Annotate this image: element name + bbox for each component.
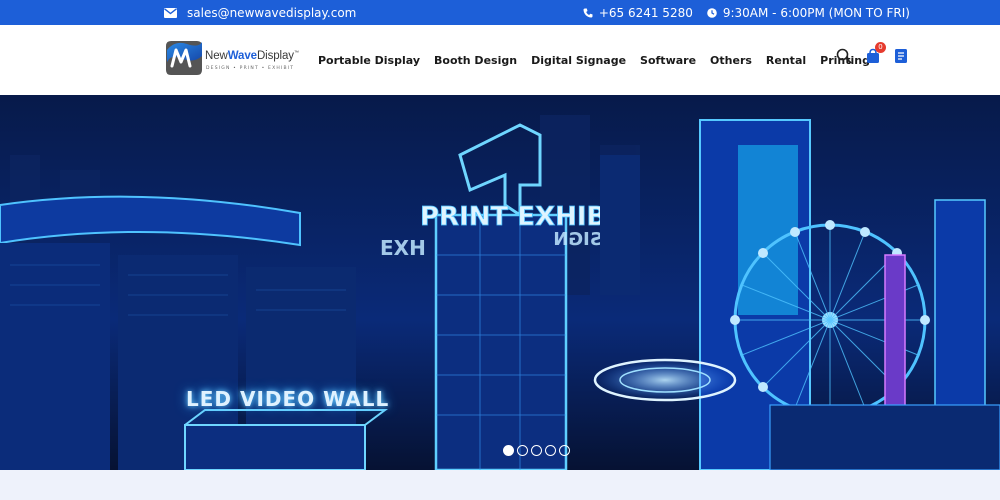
hours-text: 9:30AM - 6:00PM (MON TO FRI) <box>722 5 910 20</box>
slider-dot-4[interactable] <box>545 445 556 456</box>
business-hours: 9:30AM - 6:00PM (MON TO FRI) <box>707 6 910 20</box>
nav-software[interactable]: Software <box>640 54 696 67</box>
slider-dot-2[interactable] <box>517 445 528 456</box>
logo-tagline: DESIGN • PRINT • EXHIBIT <box>206 66 295 71</box>
cart-button[interactable]: 0 <box>866 42 886 69</box>
hero-cityscape-image: PRINT EXHIBIT EXH DESIGN <box>0 95 1000 470</box>
logo-mark-icon <box>166 41 202 75</box>
main-navigation: Portable Display Booth Design Digital Si… <box>318 25 870 95</box>
slider-dot-3[interactable] <box>531 445 542 456</box>
site-logo[interactable]: NewWaveDisplay™ DESIGN • PRINT • EXHIBIT <box>165 38 305 84</box>
slider-pagination <box>503 445 570 456</box>
logo-wordmark: NewWaveDisplay™ <box>205 50 299 62</box>
nav-booth-design[interactable]: Booth Design <box>434 54 517 67</box>
nav-portable-display[interactable]: Portable Display <box>318 54 420 67</box>
search-icon[interactable] <box>836 48 852 69</box>
phone-contact[interactable]: +65 6241 5280 <box>583 6 693 20</box>
slider-dot-1[interactable] <box>503 445 514 456</box>
phone-icon <box>583 8 593 18</box>
content-section-start <box>0 470 1000 500</box>
slider-dot-5[interactable] <box>559 445 570 456</box>
phone-text[interactable]: +65 6241 5280 <box>599 6 693 20</box>
email-text[interactable]: sales@newwavedisplay.com <box>187 6 356 20</box>
nav-others[interactable]: Others <box>710 54 752 67</box>
hero-sign-exh: EXH <box>380 236 426 260</box>
header-actions: 0 <box>836 42 908 69</box>
book-icon[interactable] <box>894 48 908 69</box>
clock-icon <box>707 7 717 18</box>
top-contact-bar: sales@newwavedisplay.com +65 6241 5280 9… <box>0 0 1000 25</box>
led-video-wall-label: LED VIDEO WALL <box>186 387 390 411</box>
site-header: NewWaveDisplay™ DESIGN • PRINT • EXHIBIT… <box>0 25 1000 95</box>
envelope-icon <box>164 7 177 18</box>
nav-digital-signage[interactable]: Digital Signage <box>531 54 626 67</box>
email-contact[interactable]: sales@newwavedisplay.com <box>164 0 356 25</box>
hero-slider[interactable]: PRINT EXHIBIT EXH DESIGN LED VIDEO WALL <box>0 95 1000 470</box>
cart-count-badge: 0 <box>875 42 886 53</box>
nav-rental[interactable]: Rental <box>766 54 806 67</box>
